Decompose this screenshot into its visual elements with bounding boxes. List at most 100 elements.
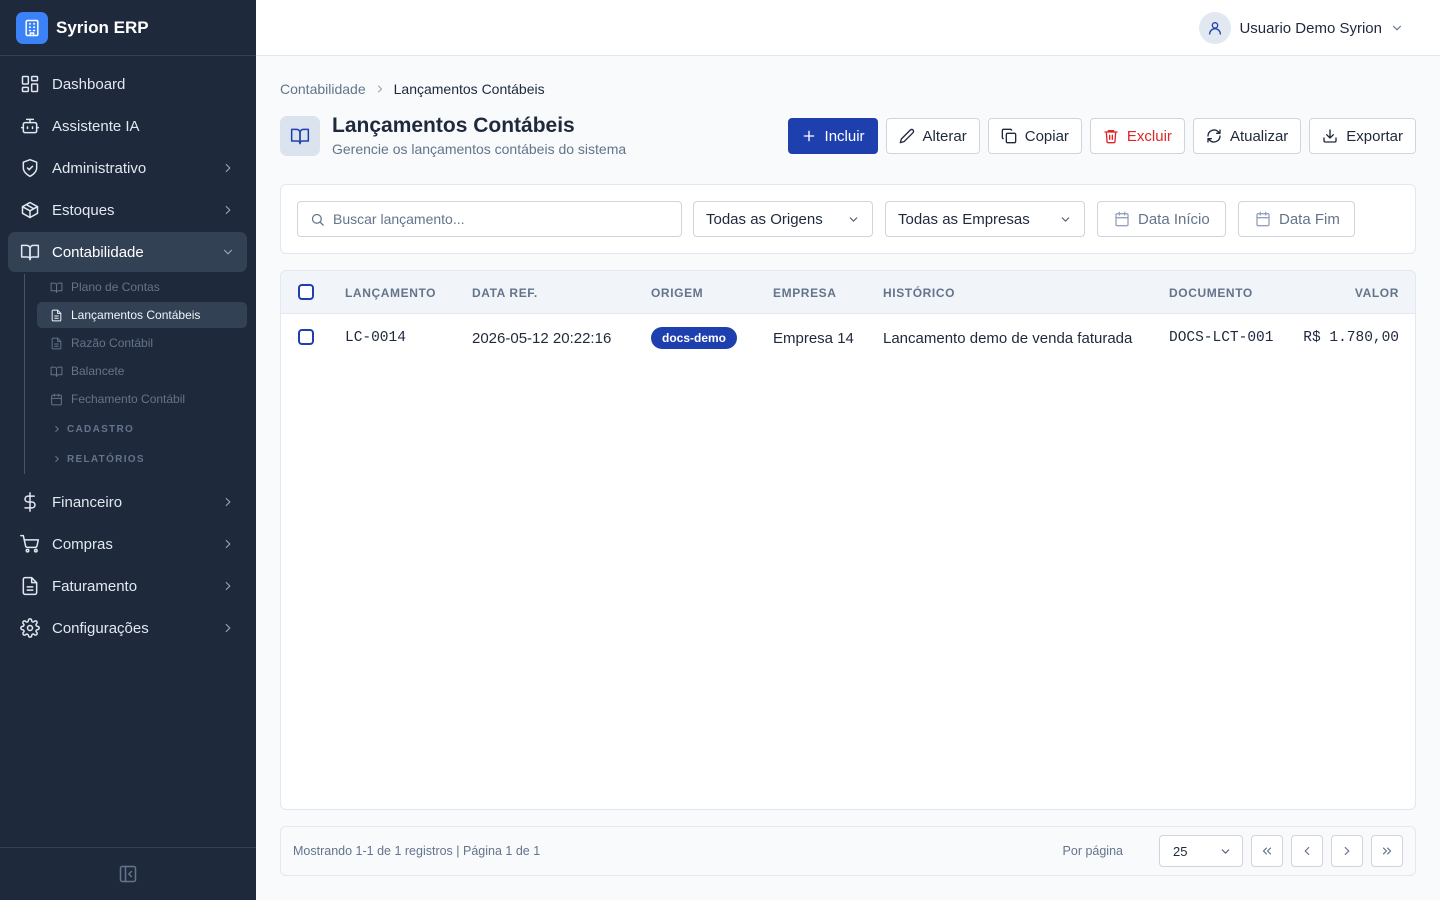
entries-table: LANÇAMENTO DATA REF. ORIGEM EMPRESA HIST… (280, 270, 1416, 810)
pagination-info: Mostrando 1-1 de 1 registros | Página 1 … (293, 844, 541, 858)
copy-button[interactable]: Copiar (987, 118, 1082, 154)
column-header-lancamento[interactable]: LANÇAMENTO (345, 286, 436, 300)
chevron-right-icon (377, 85, 382, 93)
pencil-icon (899, 128, 914, 144)
company-select[interactable]: Todas as Empresas (885, 201, 1085, 237)
column-header-origem[interactable]: ORIGEM (651, 286, 703, 300)
chevron-right-icon (55, 455, 59, 463)
column-header-data-ref[interactable]: DATA REF. (472, 286, 538, 300)
avatar (1199, 12, 1232, 44)
sidebar-item-label: Faturamento (52, 577, 138, 595)
sidebar-item-dashboard[interactable]: Dashboard (8, 64, 247, 104)
export-button[interactable]: Exportar (1309, 118, 1416, 154)
previous-page-button[interactable] (1291, 835, 1323, 867)
sidebar-item-contabilidade[interactable]: Contabilidade (8, 232, 247, 272)
file-text-icon (51, 309, 62, 321)
sidebar-item-label: Dashboard (52, 75, 126, 93)
delete-button[interactable]: Excluir (1089, 118, 1185, 154)
delete-button-label: Excluir (1126, 127, 1172, 145)
pagination-bar: Mostrando 1-1 de 1 registros | Página 1 … (280, 826, 1416, 876)
date-start-label: Data Início (1138, 210, 1210, 228)
sidebar-item-faturamento[interactable]: Faturamento (8, 566, 247, 606)
sidebar-item-estoques[interactable]: Estoques (8, 190, 247, 230)
chevron-right-icon (225, 581, 231, 591)
sidebar-item-administrativo[interactable]: Administrativo (8, 148, 247, 188)
submenu-item-label: Balancete (71, 364, 125, 378)
sidebar-item-financeiro[interactable]: Financeiro (8, 482, 247, 522)
cell-empresa: Empresa 14 (773, 330, 854, 347)
sidebar-item-compras[interactable]: Compras (8, 524, 247, 564)
sidebar-item-assistente-ia[interactable]: Assistente IA (8, 106, 247, 146)
refresh-icon (1207, 129, 1221, 143)
submenu-item-fechamento-contabil[interactable]: Fechamento Contábil (37, 386, 247, 412)
file-text-icon (51, 337, 62, 349)
select-all-checkbox[interactable] (298, 284, 314, 300)
sidebar-item-label: Compras (52, 535, 113, 553)
edit-button[interactable]: Alterar (885, 118, 980, 154)
chevron-down-icon (849, 217, 858, 222)
sidebar-item-label: Financeiro (52, 493, 123, 511)
collapse-sidebar-icon[interactable] (118, 864, 138, 884)
table-row[interactable]: LC-0014 2026-05-12 20:22:16 docs-demo Em… (281, 315, 1415, 361)
edit-button-label: Alterar (922, 127, 967, 145)
row-checkbox[interactable] (298, 329, 314, 345)
last-page-button[interactable] (1371, 835, 1403, 867)
chevron-left-icon (1304, 846, 1310, 856)
origin-badge: docs-demo (651, 327, 738, 349)
per-page-select[interactable]: 25 (1159, 835, 1243, 867)
submenu-item-lancamentos-contabeis[interactable]: Lançamentos Contábeis (37, 302, 247, 328)
chevron-right-icon (225, 205, 231, 215)
column-header-empresa[interactable]: EMPRESA (773, 286, 837, 300)
user-icon (1209, 22, 1222, 35)
cell-data-ref: 2026-05-12 20:22:16 (472, 330, 612, 347)
brand[interactable]: Syrion ERP (0, 0, 256, 56)
sidebar-item-configuracoes[interactable]: Configurações (8, 608, 247, 648)
date-start-picker[interactable]: Data Início (1097, 201, 1226, 237)
column-header-valor[interactable]: VALOR (1355, 286, 1399, 300)
company-select-value: Todas as Empresas (898, 210, 1030, 228)
sidebar-nav: Dashboard Assistente IA Administrativo E… (0, 56, 256, 648)
origin-select[interactable]: Todas as Origens (693, 201, 873, 237)
search-box (297, 201, 682, 237)
search-input[interactable] (333, 211, 653, 227)
bot-icon (20, 118, 40, 134)
submenu-group-relatorios[interactable]: RELATÓRIOS (37, 444, 256, 474)
chevrons-right-icon (1382, 847, 1392, 855)
shield-icon (22, 158, 38, 178)
submenu-item-balancete[interactable]: Balancete (37, 358, 247, 384)
download-icon (1323, 129, 1337, 143)
refresh-button[interactable]: Atualizar (1192, 118, 1302, 154)
table-header: LANÇAMENTO DATA REF. ORIGEM EMPRESA HIST… (281, 271, 1415, 314)
column-header-documento[interactable]: DOCUMENTO (1169, 286, 1253, 300)
chevron-right-icon (225, 539, 231, 549)
copy-button-label: Copiar (1024, 127, 1069, 145)
chevron-right-icon (225, 163, 231, 173)
include-button[interactable]: Incluir (787, 118, 878, 154)
column-header-historico[interactable]: HISTÓRICO (883, 286, 955, 300)
trash-icon (1104, 130, 1118, 144)
sidebar-item-label: Estoques (52, 201, 115, 219)
submenu-group-cadastro[interactable]: CADASTRO (37, 414, 256, 444)
sidebar-item-label: Contabilidade (52, 243, 144, 261)
cart-icon (20, 534, 40, 553)
first-page-button[interactable] (1251, 835, 1283, 867)
filters-card: Todas as Origens Todas as Empresas Data … (280, 184, 1416, 254)
breadcrumb-parent[interactable]: Contabilidade (280, 81, 366, 97)
user-menu[interactable]: Usuario Demo Syrion (1199, 12, 1404, 44)
file-text-icon (22, 576, 38, 596)
chevron-down-icon (223, 249, 233, 255)
package-icon (21, 201, 39, 219)
page-title: Lançamentos Contábeis (332, 114, 575, 137)
sidebar-item-label: Assistente IA (52, 117, 140, 135)
submenu-item-label: Lançamentos Contábeis (71, 308, 201, 322)
date-end-picker[interactable]: Data Fim (1238, 201, 1355, 237)
chevron-right-icon (225, 623, 231, 633)
cell-valor: R$ 1.780,00 (1303, 330, 1399, 346)
submenu-item-label: Fechamento Contábil (71, 392, 186, 406)
submenu-item-razao-contabil[interactable]: Razão Contábil (37, 330, 247, 356)
submenu-item-plano-de-contas[interactable]: Plano de Contas (37, 274, 247, 300)
breadcrumb-current: Lançamentos Contábeis (393, 81, 545, 97)
submenu-item-label: Razão Contábil (71, 336, 154, 350)
next-page-button[interactable] (1331, 835, 1363, 867)
gear-icon (20, 618, 40, 638)
